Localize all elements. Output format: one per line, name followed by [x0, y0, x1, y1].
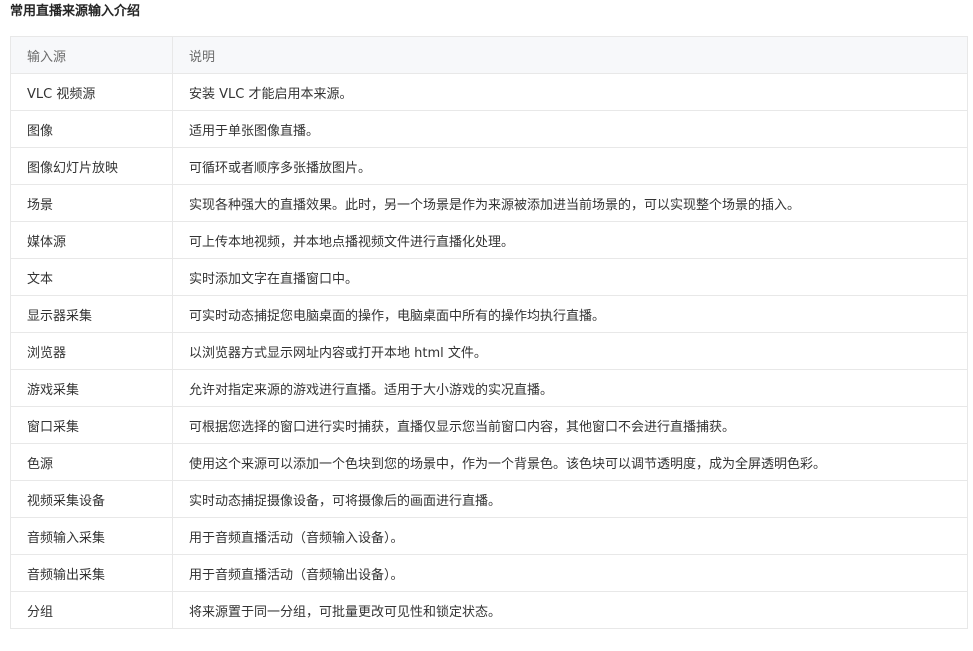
- source-cell: 媒体源: [10, 221, 173, 259]
- source-cell: 显示器采集: [10, 295, 173, 333]
- input-sources-table: 输入源 说明 VLC 视频源 安装 VLC 才能启用本来源。 图像 适用于单张图…: [10, 36, 968, 629]
- description-cell: 用于音频直播活动（音频输入设备）。: [172, 517, 968, 555]
- source-cell: 音频输出采集: [10, 554, 173, 592]
- table-header: 输入源 说明: [10, 36, 968, 74]
- description-cell: 将来源置于同一分组，可批量更改可见性和锁定状态。: [172, 591, 968, 629]
- column-header-description: 说明: [172, 36, 968, 74]
- source-cell: VLC 视频源: [10, 73, 173, 111]
- table-row: 视频采集设备 实时动态捕捉摄像设备，可将摄像后的画面进行直播。: [10, 480, 968, 518]
- source-cell: 窗口采集: [10, 406, 173, 444]
- description-cell: 实时动态捕捉摄像设备，可将摄像后的画面进行直播。: [172, 480, 968, 518]
- description-cell: 可循环或者顺序多张播放图片。: [172, 147, 968, 185]
- table-row: 媒体源 可上传本地视频，并本地点播视频文件进行直播化处理。: [10, 221, 968, 259]
- description-cell: 安装 VLC 才能启用本来源。: [172, 73, 968, 111]
- source-cell: 视频采集设备: [10, 480, 173, 518]
- table-row: 音频输入采集 用于音频直播活动（音频输入设备）。: [10, 517, 968, 555]
- description-cell: 可上传本地视频，并本地点播视频文件进行直播化处理。: [172, 221, 968, 259]
- description-cell: 可根据您选择的窗口进行实时捕获，直播仅显示您当前窗口内容，其他窗口不会进行直播捕…: [172, 406, 968, 444]
- description-cell: 使用这个来源可以添加一个色块到您的场景中，作为一个背景色。该色块可以调节透明度，…: [172, 443, 968, 481]
- table-row: 图像幻灯片放映 可循环或者顺序多张播放图片。: [10, 147, 968, 185]
- table-row: VLC 视频源 安装 VLC 才能启用本来源。: [10, 73, 968, 111]
- table-row: 分组 将来源置于同一分组，可批量更改可见性和锁定状态。: [10, 591, 968, 629]
- description-cell: 适用于单张图像直播。: [172, 110, 968, 148]
- column-header-source: 输入源: [10, 36, 173, 74]
- table-row: 游戏采集 允许对指定来源的游戏进行直播。适用于大小游戏的实况直播。: [10, 369, 968, 407]
- table-row: 场景 实现各种强大的直播效果。此时，另一个场景是作为来源被添加进当前场景的，可以…: [10, 184, 968, 222]
- description-cell: 实现各种强大的直播效果。此时，另一个场景是作为来源被添加进当前场景的，可以实现整…: [172, 184, 968, 222]
- description-cell: 实时添加文字在直播窗口中。: [172, 258, 968, 296]
- description-cell: 可实时动态捕捉您电脑桌面的操作，电脑桌面中所有的操作均执行直播。: [172, 295, 968, 333]
- table-row: 浏览器 以浏览器方式显示网址内容或打开本地 html 文件。: [10, 332, 968, 370]
- table-row: 显示器采集 可实时动态捕捉您电脑桌面的操作，电脑桌面中所有的操作均执行直播。: [10, 295, 968, 333]
- source-cell: 文本: [10, 258, 173, 296]
- source-cell: 游戏采集: [10, 369, 173, 407]
- source-cell: 场景: [10, 184, 173, 222]
- table-row: 音频输出采集 用于音频直播活动（音频输出设备）。: [10, 554, 968, 592]
- table-row: 文本 实时添加文字在直播窗口中。: [10, 258, 968, 296]
- header-row: 输入源 说明: [10, 36, 968, 74]
- source-cell: 图像: [10, 110, 173, 148]
- description-cell: 允许对指定来源的游戏进行直播。适用于大小游戏的实况直播。: [172, 369, 968, 407]
- description-cell: 用于音频直播活动（音频输出设备）。: [172, 554, 968, 592]
- table-row: 图像 适用于单张图像直播。: [10, 110, 968, 148]
- source-cell: 音频输入采集: [10, 517, 173, 555]
- table-row: 窗口采集 可根据您选择的窗口进行实时捕获，直播仅显示您当前窗口内容，其他窗口不会…: [10, 406, 968, 444]
- source-cell: 浏览器: [10, 332, 173, 370]
- source-cell: 分组: [10, 591, 173, 629]
- source-cell: 色源: [10, 443, 173, 481]
- description-cell: 以浏览器方式显示网址内容或打开本地 html 文件。: [172, 332, 968, 370]
- page-title: 常用直播来源输入介绍: [10, 4, 141, 19]
- table-row: 色源 使用这个来源可以添加一个色块到您的场景中，作为一个背景色。该色块可以调节透…: [10, 443, 968, 481]
- source-cell: 图像幻灯片放映: [10, 147, 173, 185]
- table-body: VLC 视频源 安装 VLC 才能启用本来源。 图像 适用于单张图像直播。 图像…: [10, 73, 968, 629]
